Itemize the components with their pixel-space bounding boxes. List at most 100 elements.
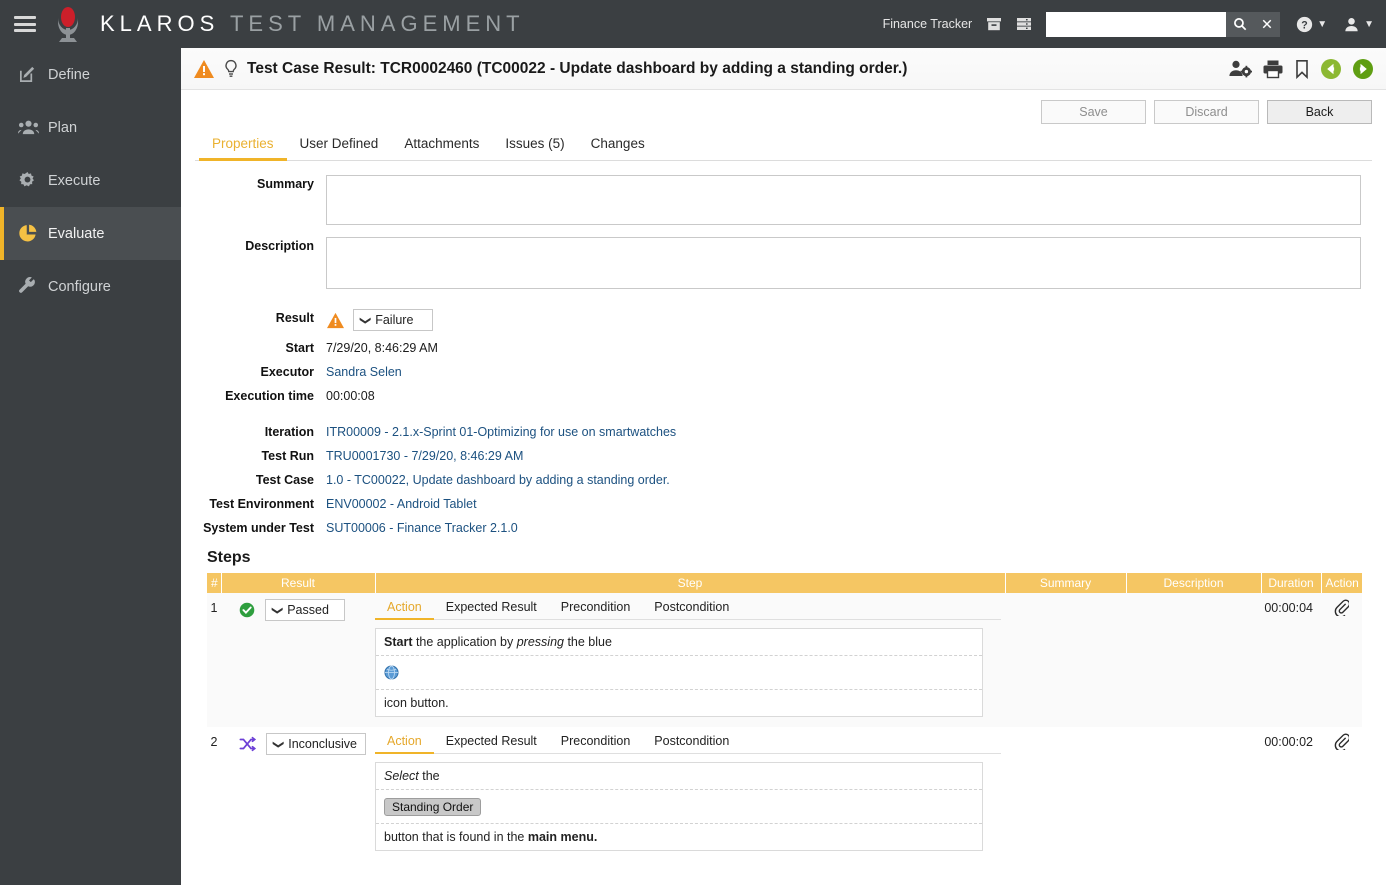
executor-row: Executor Sandra Selen — [181, 363, 1366, 379]
main-content: Test Case Result: TCR0002460 (TC00022 - … — [181, 48, 1386, 885]
start-row: Start 7/29/20, 8:46:29 AM — [181, 339, 1366, 355]
step-number: 1 — [207, 593, 221, 727]
sidebar-item-define[interactable]: Define — [0, 48, 181, 101]
table-row: 1 ❮ Passed — [207, 593, 1362, 727]
column-header-summary: Summary — [1005, 573, 1126, 593]
test-case-label: Test Case — [181, 471, 326, 487]
description-row: Description — [181, 237, 1366, 289]
chevron-down-icon: ▼ — [1317, 19, 1327, 30]
sidebar-item-configure[interactable]: Configure — [0, 260, 181, 313]
edit-square-icon — [18, 65, 48, 84]
test-environment-label: Test Environment — [181, 495, 326, 511]
sidebar-item-execute[interactable]: Execute — [0, 154, 181, 207]
gear-icon — [18, 171, 48, 190]
lightbulb-icon[interactable] — [223, 59, 239, 79]
tab-issues[interactable]: Issues (5) — [492, 130, 577, 161]
next-arrow-icon[interactable] — [1352, 58, 1374, 80]
step-subtab-precondition[interactable]: Precondition — [549, 731, 643, 754]
step-kbd-line: Standing Order — [376, 790, 982, 824]
test-environment-row: Test Environment ENV00002 - Android Tabl… — [181, 495, 1366, 511]
assign-user-icon[interactable] — [1228, 59, 1252, 79]
sidebar-item-label: Configure — [48, 279, 111, 295]
iteration-link[interactable]: ITR00009 - 2.1.x-Sprint 01-Optimizing fo… — [326, 423, 676, 439]
summary-input[interactable] — [326, 175, 1361, 225]
execution-time-value: 00:00:08 — [326, 387, 375, 403]
steps-heading: Steps — [207, 549, 1386, 567]
paperclip-icon[interactable] — [1334, 739, 1349, 753]
step-subtab-postcondition[interactable]: Postcondition — [642, 597, 741, 620]
step-subtab-precondition[interactable]: Precondition — [549, 597, 643, 620]
print-icon[interactable] — [1262, 59, 1284, 79]
step-text-italic: Select — [384, 769, 419, 783]
step-action-body: Select the Standing Order button that is… — [375, 762, 983, 851]
sidebar: Define Plan Execute Evalua — [0, 48, 181, 885]
user-menu[interactable]: ▼ — [1343, 16, 1374, 33]
test-run-link[interactable]: TRU0001730 - 7/29/20, 8:46:29 AM — [326, 447, 523, 463]
chevron-down-icon: ❮ — [358, 315, 371, 324]
result-select[interactable]: ❮ Failure — [353, 309, 433, 331]
test-case-link[interactable]: 1.0 - TC00022, Update dashboard by addin… — [326, 471, 670, 487]
step-subtab-action[interactable]: Action — [375, 597, 434, 620]
tab-attachments[interactable]: Attachments — [391, 130, 492, 161]
step-text-line: Start the application by pressing the bl… — [376, 629, 982, 656]
column-header-description: Description — [1126, 573, 1261, 593]
step-text-line: button that is found in the main menu. — [376, 824, 982, 850]
column-header-step: Step — [375, 573, 1005, 593]
step-subtab-expected-result[interactable]: Expected Result — [434, 597, 549, 620]
bookmark-icon[interactable] — [1294, 59, 1310, 79]
action-button-row: Save Discard Back — [181, 90, 1386, 124]
executor-label: Executor — [181, 363, 326, 379]
step-description — [1126, 727, 1261, 861]
klaros-logo — [50, 4, 86, 44]
paperclip-icon[interactable] — [1334, 605, 1349, 619]
archive-icon[interactable] — [986, 16, 1002, 32]
step-summary — [1005, 593, 1126, 727]
system-under-test-link[interactable]: SUT00006 - Finance Tracker 2.1.0 — [326, 519, 518, 535]
step-text-bold: Start — [384, 635, 412, 649]
step-subtab-postcondition[interactable]: Postcondition — [642, 731, 741, 754]
wrench-icon — [18, 277, 48, 296]
database-icon[interactable] — [1016, 16, 1032, 32]
summary-row: Summary — [181, 175, 1366, 225]
step-text-plain: the — [419, 769, 440, 783]
step-result-select[interactable]: ❮ Passed — [265, 599, 345, 621]
description-input[interactable] — [326, 237, 1361, 289]
user-icon — [1343, 16, 1360, 33]
search-icon[interactable] — [1226, 12, 1253, 37]
menu-icon[interactable] — [14, 16, 36, 32]
tab-user-defined[interactable]: User Defined — [287, 130, 392, 161]
properties-form: Summary Description Result ❮ Fa — [181, 161, 1386, 535]
executor-link[interactable]: Sandra Selen — [326, 363, 402, 379]
step-subtab-action[interactable]: Action — [375, 731, 434, 754]
help-menu[interactable]: ? ▼ — [1296, 16, 1327, 33]
warning-triangle-icon — [193, 59, 215, 79]
step-duration: 00:00:02 — [1261, 727, 1321, 861]
table-row: 2 ❮ Inconclusiv — [207, 727, 1362, 861]
svg-text:?: ? — [1301, 19, 1307, 31]
step-text-plain: the application by — [412, 635, 516, 649]
step-text-line: icon button. — [376, 690, 982, 716]
sidebar-item-plan[interactable]: Plan — [0, 101, 181, 154]
sidebar-item-label: Execute — [48, 173, 100, 189]
test-case-row: Test Case 1.0 - TC00022, Update dashboar… — [181, 471, 1366, 487]
save-button[interactable]: Save — [1041, 100, 1146, 124]
previous-arrow-icon[interactable] — [1320, 58, 1342, 80]
summary-label: Summary — [181, 175, 326, 225]
test-environment-link[interactable]: ENV00002 - Android Tablet — [326, 495, 477, 511]
discard-button[interactable]: Discard — [1154, 100, 1259, 124]
step-result-select[interactable]: ❮ Inconclusive — [266, 733, 366, 755]
sidebar-item-evaluate[interactable]: Evaluate — [0, 207, 181, 260]
step-number: 2 — [207, 727, 221, 861]
clear-icon[interactable] — [1253, 12, 1280, 37]
tab-bar: Properties User Defined Attachments Issu… — [195, 130, 1372, 161]
sidebar-item-label: Define — [48, 67, 90, 83]
step-icon-line — [376, 656, 982, 690]
steps-table: # Result Step Summary Description Durati… — [207, 573, 1362, 861]
tab-changes[interactable]: Changes — [578, 130, 658, 161]
search-input[interactable] — [1046, 12, 1226, 37]
step-subtab-expected-result[interactable]: Expected Result — [434, 731, 549, 754]
search-box — [1046, 12, 1280, 37]
back-button[interactable]: Back — [1267, 100, 1372, 124]
tab-properties[interactable]: Properties — [199, 130, 287, 161]
start-label: Start — [181, 339, 326, 355]
